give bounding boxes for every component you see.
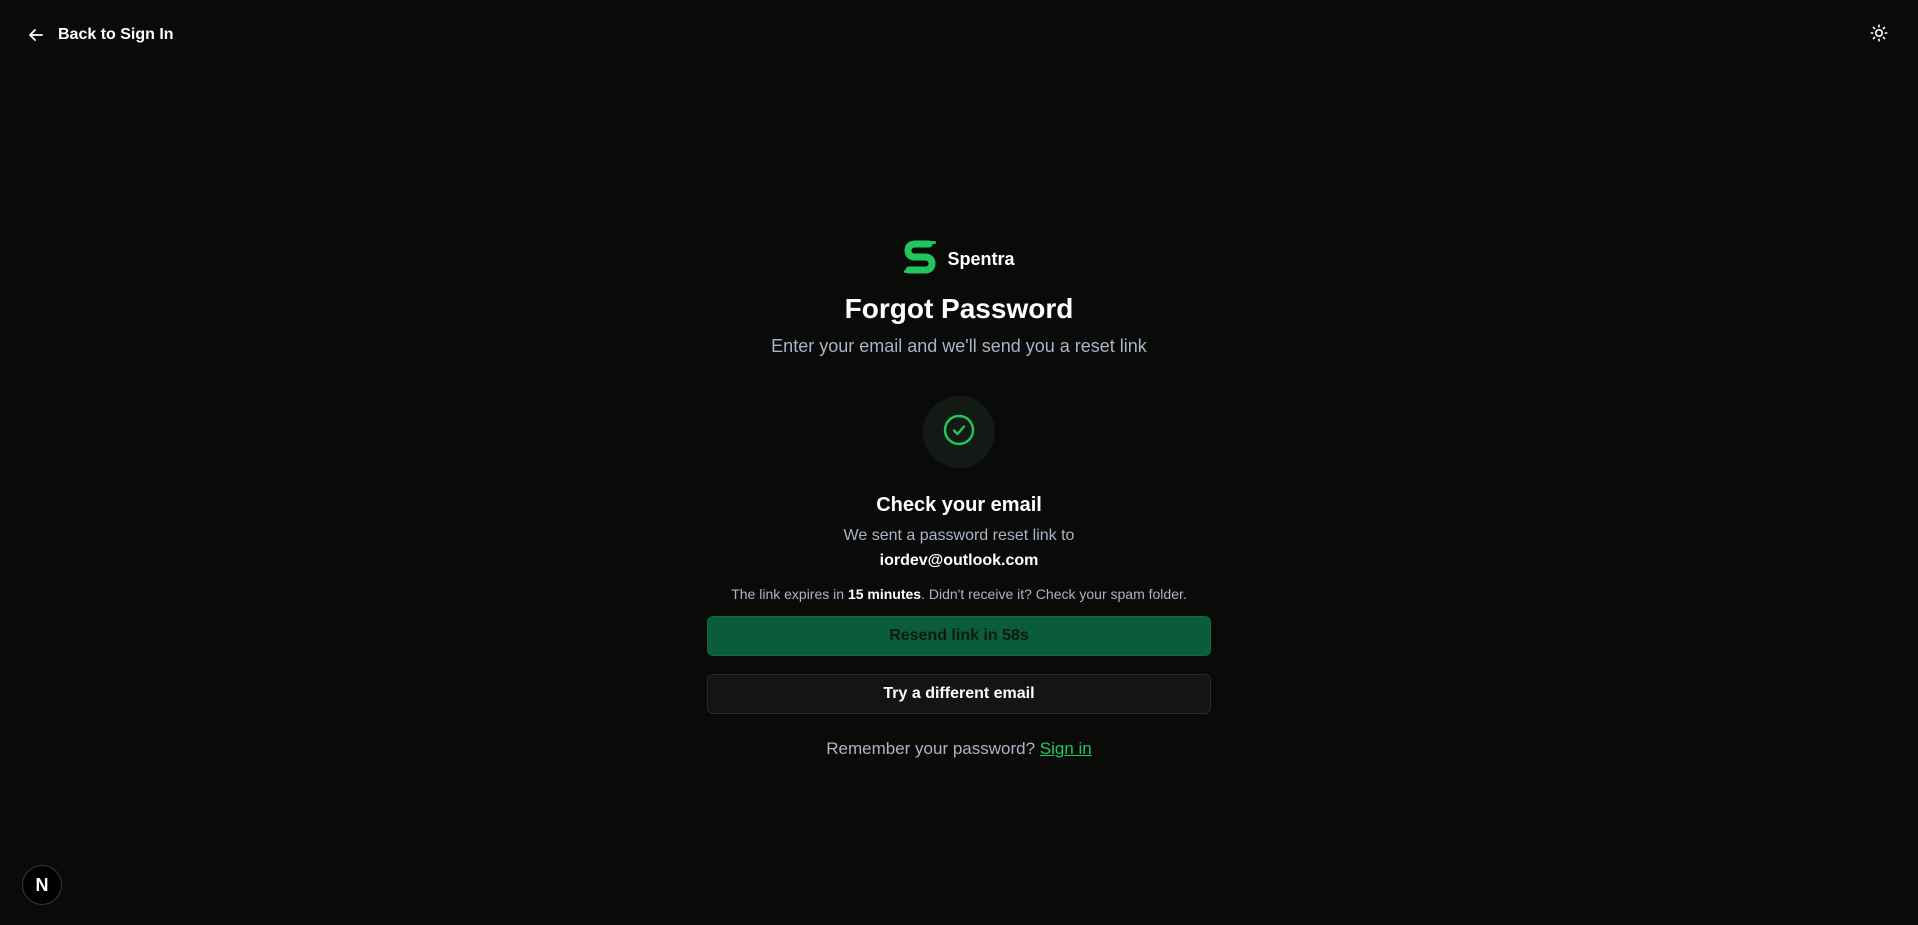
expiry-notice: The link expires in 15 minutes. Didn't r… [731,585,1187,603]
page-title: Forgot Password [844,293,1074,324]
check-circle-icon [942,413,976,452]
try-different-email-button[interactable]: Try a different email [707,674,1211,714]
expiry-prefix: The link expires in [731,586,848,602]
expiry-time: 15 minutes [847,586,922,602]
brand-name: Spentra [947,248,1015,269]
remember-prompt: Remember your password? [826,739,1040,758]
remember-password-text: Remember your password? Sign in [826,738,1092,760]
brand: Spentra [903,238,1015,281]
expiry-suffix: . Didn't receive it? Check your spam fol… [921,586,1187,602]
forgot-password-card: Spentra Forgot Password Enter your email… [0,238,1918,760]
success-badge [923,396,995,468]
page-subtitle: Enter your email and we'll send you a re… [771,336,1147,356]
dev-tools-badge[interactable]: N [22,865,62,905]
back-to-sign-in-link[interactable]: Back to Sign In [28,22,174,48]
arrow-left-icon [28,27,44,43]
sent-link-text: We sent a password reset link to [843,527,1075,544]
sign-in-link[interactable]: Sign in [1040,739,1092,758]
theme-toggle-button[interactable] [1868,23,1890,47]
forgot-password-page: Back to Sign In Spentra Forgot Password … [0,0,1918,925]
sun-icon [1870,23,1888,47]
recipient-email: iordev@outlook.com [879,552,1039,569]
back-to-sign-in-label: Back to Sign In [58,26,174,43]
check-email-heading: Check your email [876,494,1042,516]
resend-link-button[interactable]: Resend link in 58s [707,616,1211,656]
spentra-logo-icon [903,238,937,281]
